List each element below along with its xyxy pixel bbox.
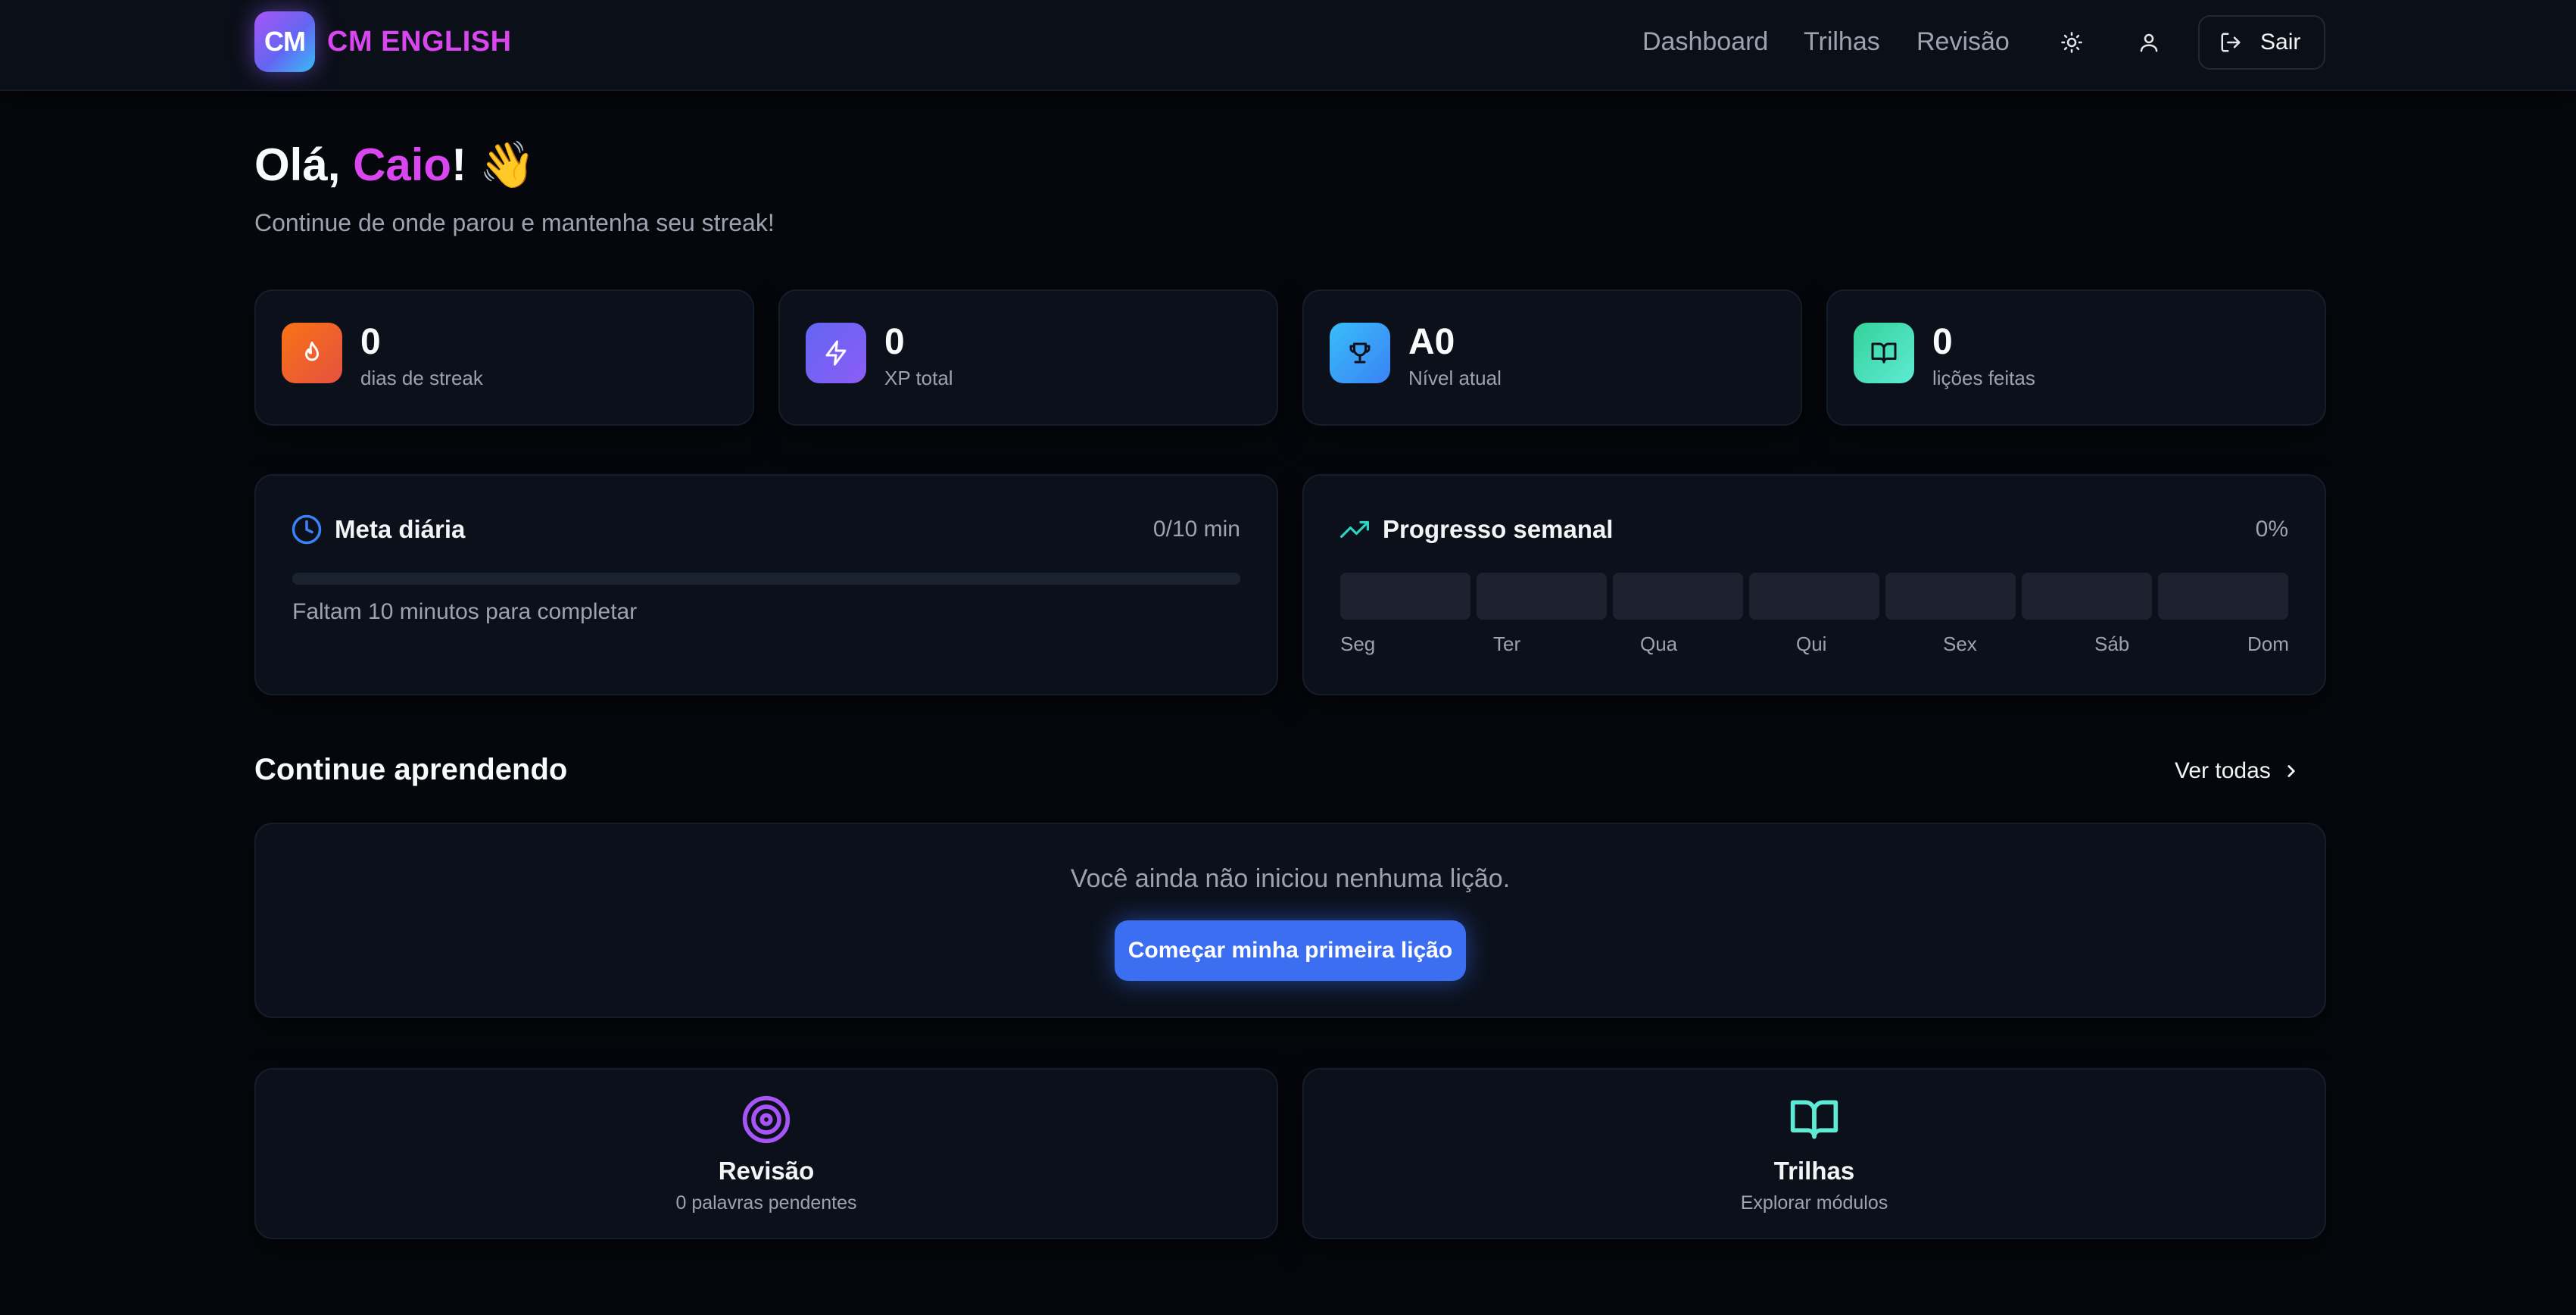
stat-label: dias de streak (360, 367, 483, 389)
page-title: Olá, Caio! 👋 (254, 136, 535, 194)
stat-label: Nível atual (1408, 367, 1502, 389)
empty-lessons-text: Você ainda não iniciou nenhuma lição. (1070, 864, 1511, 893)
week-day-label: Dom (2247, 633, 2289, 655)
brand-name[interactable]: CM ENGLISH (327, 23, 512, 61)
book-open-icon (1854, 323, 1914, 383)
stat-value: 0 (360, 322, 381, 362)
week-bar-seg (1340, 573, 1470, 620)
nav-link-revisao[interactable]: Revisão (1916, 23, 2010, 61)
stat-value: 0 (1932, 322, 1953, 362)
clock-icon (292, 514, 322, 545)
review-card-subtitle: 0 palavras pendentes (675, 1192, 857, 1213)
daily-goal-title: Meta diária (335, 515, 466, 543)
greeting-prefix: Olá, (254, 139, 354, 190)
book-open-icon (1790, 1100, 1838, 1139)
stat-card-lessons: 0 lições feitas (1826, 289, 2326, 426)
target-icon (742, 1095, 791, 1144)
greeting-suffix: ! 👋 (451, 139, 536, 190)
continue-learning-title: Continue aprendendo (254, 753, 568, 786)
stat-value: A0 (1408, 322, 1455, 362)
week-bar-ter (1477, 573, 1607, 620)
stat-label: lições feitas (1932, 367, 2035, 389)
stat-card-xp: 0 XP total (778, 289, 1278, 426)
tracks-card-subtitle: Explorar módulos (1740, 1192, 1888, 1213)
week-day-label: Qua (1640, 633, 1678, 655)
profile-button[interactable] (2119, 15, 2179, 70)
week-day-label: Ter (1493, 633, 1521, 655)
weekly-progress-title: Progresso semanal (1383, 515, 1614, 543)
daily-goal-progress-text: 0/10 min (1152, 517, 1240, 542)
week-day-label: Qui (1796, 633, 1827, 655)
trophy-icon (1330, 323, 1390, 383)
stat-label: XP total (884, 367, 953, 389)
week-bar-qui (1749, 573, 1879, 620)
week-day-label: Sáb (2094, 633, 2130, 655)
user-icon (2140, 33, 2158, 52)
zap-icon (806, 323, 866, 383)
week-day-label: Seg (1340, 633, 1376, 655)
trending-up-icon (1340, 520, 1369, 539)
user-name: Caio (353, 139, 452, 190)
logout-label: Sair (2260, 30, 2301, 55)
page-subtitle: Continue de onde parou e mantenha seu st… (254, 209, 775, 236)
sun-icon (2061, 32, 2082, 53)
logout-button[interactable]: Sair (2198, 15, 2325, 70)
nav-link-dashboard[interactable]: Dashboard (1642, 23, 1768, 61)
week-bar-qua (1613, 573, 1743, 620)
review-card-title: Revisão (718, 1157, 815, 1185)
log-out-icon (2221, 33, 2241, 52)
week-bar-sab (2022, 573, 2152, 620)
week-day-label: Sex (1943, 633, 1977, 655)
logo-badge[interactable]: CM (254, 11, 315, 72)
tracks-card-title: Trilhas (1773, 1157, 1855, 1185)
see-all-label: Ver todas (2175, 758, 2271, 783)
start-first-lesson-button[interactable]: Começar minha primeira lição (1115, 920, 1466, 981)
stat-card-level: A0 Nível atual (1302, 289, 1802, 426)
chevron-right-icon (2288, 765, 2295, 777)
see-all-link[interactable]: Ver todas (2175, 754, 2301, 788)
daily-goal-progress-bar (292, 573, 1240, 585)
nav-link-trilhas[interactable]: Trilhas (1804, 23, 1880, 61)
daily-goal-note: Faltam 10 minutos para completar (292, 599, 638, 624)
theme-toggle-button[interactable] (2041, 15, 2102, 70)
stat-value: 0 (884, 322, 905, 362)
stat-card-streak: 0 dias de streak (254, 289, 754, 426)
top-navbar: CM CM ENGLISH Dashboard Trilhas Revisão … (0, 0, 2576, 91)
weekly-progress-percent: 0% (2255, 517, 2288, 542)
flame-icon (282, 323, 342, 383)
daily-goal-card (254, 474, 1278, 695)
week-bar-dom (2158, 573, 2288, 620)
week-bar-sex (1885, 573, 2016, 620)
